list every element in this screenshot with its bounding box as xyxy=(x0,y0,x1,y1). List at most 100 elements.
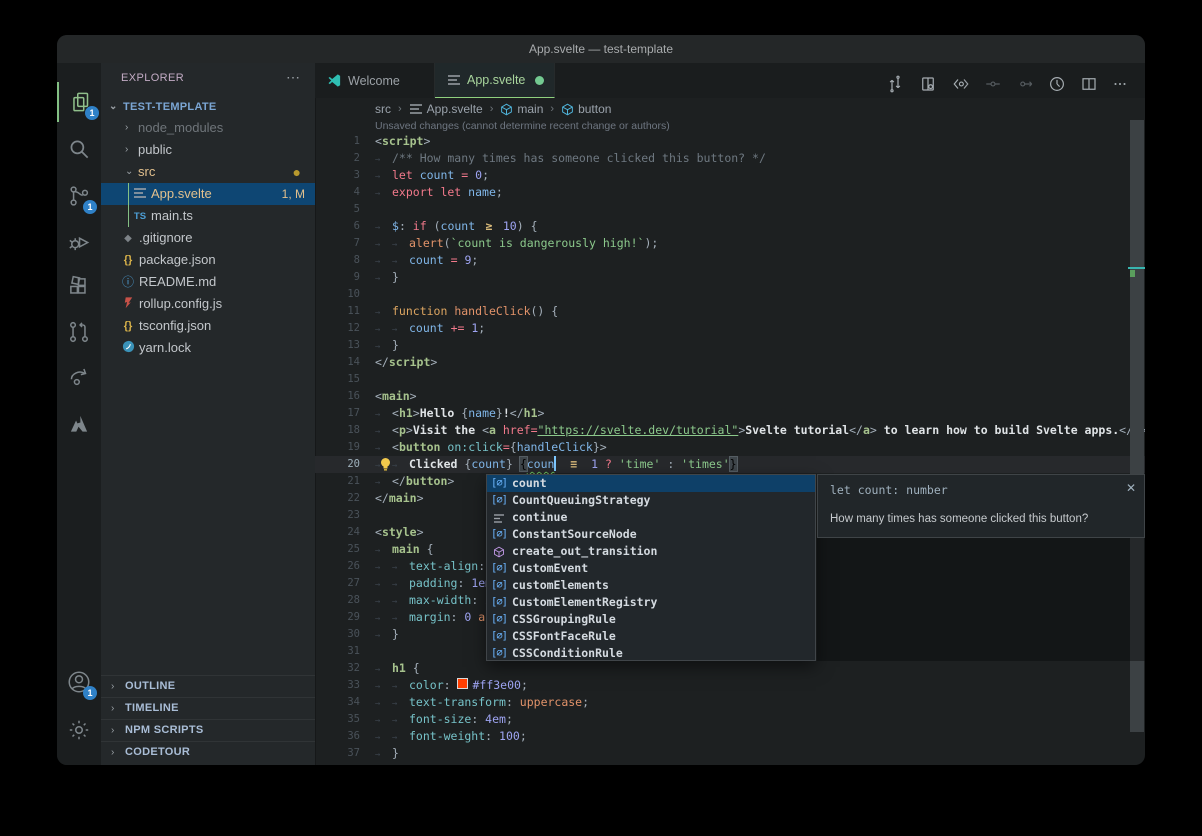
suggest-item-customelements[interactable]: [∅]customElements xyxy=(487,577,815,594)
line-content: </main> xyxy=(360,490,424,507)
code-line-32[interactable]: 32→h1 { xyxy=(315,660,1145,677)
search-icon xyxy=(66,136,92,162)
code-line-15[interactable]: 15 xyxy=(315,371,1145,388)
tree-item-public[interactable]: ›public xyxy=(101,139,315,161)
code-line-19[interactable]: 19→<button on:click={handleClick}> xyxy=(315,439,1145,456)
suggest-item-count[interactable]: [∅]count xyxy=(487,475,815,492)
activitybar-item-account[interactable]: 1 xyxy=(57,662,101,702)
code-line-6[interactable]: 6→$: if (count ≥ 10) { xyxy=(315,218,1145,235)
code-line-16[interactable]: 16<main> xyxy=(315,388,1145,405)
code-line-37[interactable]: 37→} xyxy=(315,745,1145,762)
more-actions-icon[interactable] xyxy=(1111,75,1131,95)
activitybar-item-extensions[interactable] xyxy=(57,267,101,307)
token: href xyxy=(503,423,531,437)
tree-item-main-ts[interactable]: TSmain.ts xyxy=(101,205,315,227)
tree-item-test-template[interactable]: ⌄TEST-TEMPLATE xyxy=(101,96,315,118)
code-line-1[interactable]: 1<script> xyxy=(315,133,1145,150)
activitybar-item-explorer[interactable]: 1 xyxy=(57,82,103,122)
previous-change-icon[interactable] xyxy=(984,75,1004,95)
suggest-item-customelementregistry[interactable]: [∅]CustomElementRegistry xyxy=(487,594,815,611)
code-line-12[interactable]: 12→→count += 1; xyxy=(315,320,1145,337)
code-line-33[interactable]: 33→→color: #ff3e00; xyxy=(315,677,1145,694)
activitybar-item-source-control[interactable]: 1 xyxy=(57,176,101,216)
sidebar-section-npm-scripts[interactable]: ›NPM SCRIPTS xyxy=(101,719,315,742)
code-line-36[interactable]: 36→→font-weight: 100; xyxy=(315,728,1145,745)
suggest-item-constantsourcenode[interactable]: [∅]ConstantSourceNode xyxy=(487,526,815,543)
code-line-10[interactable]: 10 xyxy=(315,286,1145,303)
code-line-5[interactable]: 5 xyxy=(315,201,1145,218)
tree-item-readme-md[interactable]: ⓘREADME.md xyxy=(101,271,315,293)
close-icon[interactable]: ✕ xyxy=(1126,481,1136,495)
symbol-variable-icon: [∅] xyxy=(491,577,507,594)
codetour-icon[interactable] xyxy=(1048,75,1068,95)
tree-item-package-json[interactable]: {}package.json xyxy=(101,249,315,271)
tree-item--gitignore[interactable]: ◆.gitignore xyxy=(101,227,315,249)
suggest-item-cssconditionrule[interactable]: [∅]CSSConditionRule xyxy=(487,645,815,662)
tree-item-src[interactable]: ⌄src● xyxy=(101,161,315,183)
code-line-9[interactable]: 9→} xyxy=(315,269,1145,286)
code-line-2[interactable]: 2→/** How many times has someone clicked… xyxy=(315,150,1145,167)
token: Svelte tutorial xyxy=(745,423,849,437)
line-content: →h1 { xyxy=(360,660,420,677)
code-line-13[interactable]: 13→} xyxy=(315,337,1145,354)
navigate-back-icon[interactable] xyxy=(952,75,972,95)
suggest-item-countqueuingstrategy[interactable]: [∅]CountQueuingStrategy xyxy=(487,492,815,509)
suggest-item-customevent[interactable]: [∅]CustomEvent xyxy=(487,560,815,577)
breadcrumb-item-button[interactable]: button xyxy=(561,102,611,116)
code-line-4[interactable]: 4→export let name; xyxy=(315,184,1145,201)
codelens-unsaved-changes[interactable]: Unsaved changes (cannot determine recent… xyxy=(375,120,670,132)
sidebar-section-timeline[interactable]: ›TIMELINE xyxy=(101,697,315,720)
tree-item-app-svelte[interactable]: App.svelte1, M xyxy=(101,183,315,205)
breadcrumb-item-app-svelte[interactable]: App.svelte xyxy=(409,102,483,116)
token: : xyxy=(471,712,485,726)
token: < xyxy=(392,406,399,420)
more-actions-icon[interactable]: ⋯ xyxy=(286,69,301,86)
token: let xyxy=(392,168,420,182)
tree-item-tsconfig-json[interactable]: {}tsconfig.json xyxy=(101,315,315,337)
line-number: 6 xyxy=(315,218,360,235)
tree-item-yarn-lock[interactable]: yarn.lock xyxy=(101,337,315,359)
section-label: OUTLINE xyxy=(125,680,175,692)
token: if xyxy=(413,219,427,233)
line-content xyxy=(360,507,375,524)
suggest-item-label: CSSFontFaceRule xyxy=(512,628,616,645)
code-line-17[interactable]: 17→<h1>Hello {name}!</h1> xyxy=(315,405,1145,422)
activitybar-item-live-share[interactable] xyxy=(57,356,101,396)
tree-item-node-modules[interactable]: ›node_modules xyxy=(101,117,315,139)
code-line-20[interactable]: 20→→Clicked {count} {coun ≡ 1 ? 'time' :… xyxy=(315,456,1145,473)
activitybar-item-run-debug[interactable] xyxy=(57,222,101,262)
code-line-7[interactable]: 7→→alert(`count is dangerously high!`); xyxy=(315,235,1145,252)
code-line-35[interactable]: 35→→font-size: 4em; xyxy=(315,711,1145,728)
tab-app-svelte[interactable]: App.svelte xyxy=(435,63,555,98)
line-number: 21 xyxy=(315,473,360,490)
tab-welcome[interactable]: Welcome xyxy=(315,63,435,98)
code-line-8[interactable]: 8→→count = 9; xyxy=(315,252,1145,269)
sidebar-section-outline[interactable]: ›OUTLINE xyxy=(101,675,315,698)
code-line-34[interactable]: 34→→text-transform: uppercase; xyxy=(315,694,1145,711)
activitybar-item-github-pull-requests[interactable] xyxy=(57,312,101,352)
code-line-3[interactable]: 3→let count = 0; xyxy=(315,167,1145,184)
next-change-icon[interactable] xyxy=(1016,75,1036,95)
code-line-11[interactable]: 11→function handleClick() { xyxy=(315,303,1145,320)
code-line-18[interactable]: 18→<p>Visit the <a href="https://svelte.… xyxy=(315,422,1145,439)
breadcrumb-item-src[interactable]: src xyxy=(375,102,391,116)
suggest-item-continue[interactable]: continue xyxy=(487,509,815,526)
open-changes-icon[interactable] xyxy=(919,75,939,95)
token: text-transform xyxy=(409,695,506,709)
code-editor[interactable]: Unsaved changes (cannot determine recent… xyxy=(315,118,1145,765)
line-number: 4 xyxy=(315,184,360,201)
tree-item-rollup-config-js[interactable]: rollup.config.js xyxy=(101,293,315,315)
line-number: 24 xyxy=(315,524,360,541)
split-editor-icon[interactable] xyxy=(1080,75,1100,95)
suggest-item-create_out_transition[interactable]: create_out_transition xyxy=(487,543,815,560)
suggest-item-cssfontfacerule[interactable]: [∅]CSSFontFaceRule xyxy=(487,628,815,645)
yarn-file-icon xyxy=(120,340,136,356)
activitybar-item-search[interactable] xyxy=(57,129,101,169)
code-line-14[interactable]: 14</script> xyxy=(315,354,1145,371)
suggest-item-cssgroupingrule[interactable]: [∅]CSSGroupingRule xyxy=(487,611,815,628)
activitybar-item-azure[interactable] xyxy=(57,404,101,444)
breadcrumb-item-main[interactable]: main xyxy=(500,102,543,116)
git-compare-icon[interactable] xyxy=(886,75,906,95)
sidebar-section-codetour[interactable]: ›CODETOUR xyxy=(101,741,315,764)
activitybar-item-gear[interactable] xyxy=(57,710,101,750)
